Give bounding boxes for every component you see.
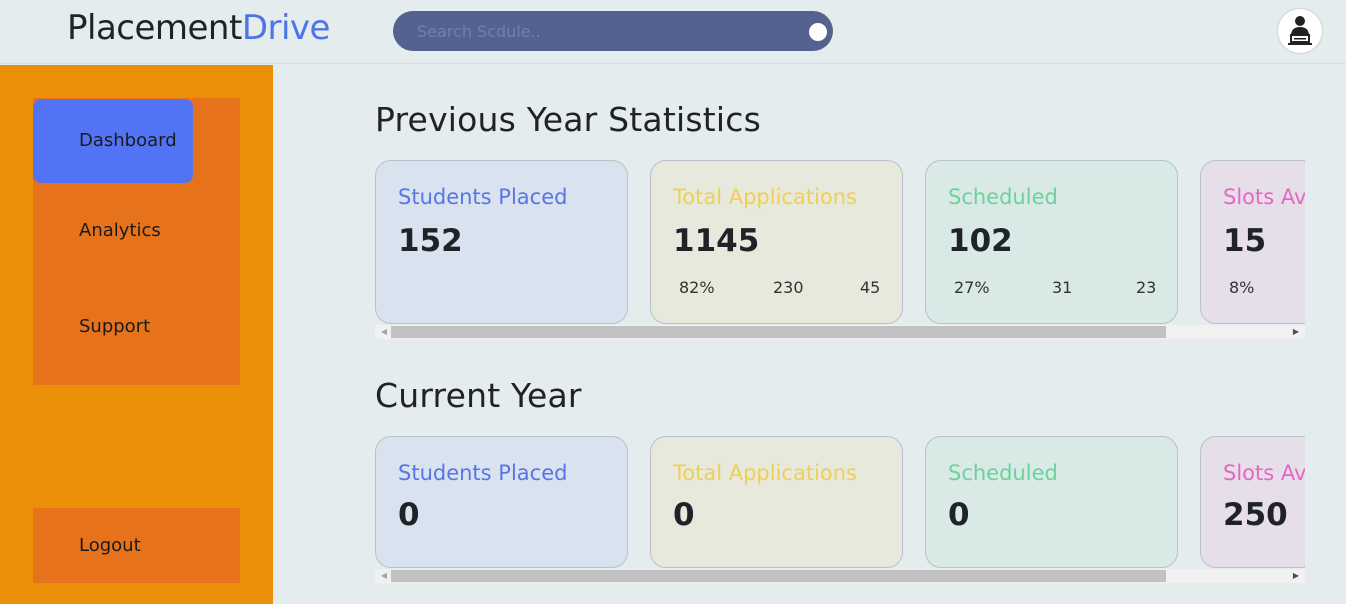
scrollbar-thumb[interactable] [391,326,1166,338]
card-label: Students Placed [398,185,568,209]
sidebar-nav: Dashboard Analytics Support [33,98,240,385]
card-value: 152 [398,223,463,259]
card-label: Total Applications [673,461,857,485]
sidebar-item-analytics[interactable]: Analytics [33,189,193,273]
sidebar-item-support[interactable]: Support [33,285,193,369]
stat-card-students-placed: Students Placed 152 [375,160,628,324]
previous-cards-scrollbar[interactable]: ◀ ▶ [375,325,1305,339]
stat-card-total-applications: Total Applications 0 [650,436,903,568]
sidebar: Dashboard Analytics Support Logout [0,65,273,604]
card-value: 15 [1223,223,1267,259]
scroll-right-icon[interactable]: ▶ [1289,569,1303,583]
stat-card-scheduled: Scheduled 0 [925,436,1178,568]
brand-name-part1: Placement [67,8,242,48]
sidebar-item-dashboard[interactable]: Dashboard [33,99,193,183]
current-year-title: Current Year [375,376,582,415]
scrollbar-thumb[interactable] [391,570,1166,582]
stat-card-slots-available: Slots Available 15 8% [1200,160,1305,324]
current-year-cards[interactable]: Students Placed 0 Total Applications 0 S… [375,436,1305,568]
card-value: 250 [1223,497,1288,533]
admin-avatar[interactable] [1278,9,1322,53]
scroll-left-icon[interactable]: ◀ [377,569,391,583]
card-value: 0 [948,497,970,533]
card-label: Slots Available [1223,185,1305,209]
card-stat-count: 31 [1052,278,1073,297]
scroll-right-icon[interactable]: ▶ [1289,325,1303,339]
logout-button[interactable]: Logout [33,508,240,583]
search-bar [393,11,833,51]
current-cards-scrollbar[interactable]: ◀ ▶ [375,569,1305,583]
card-stat-percent: 27% [954,278,990,297]
card-stat-extra: 23 [1136,278,1157,297]
card-label: Total Applications [673,185,857,209]
stat-card-slots-available: Slots Available 250 [1200,436,1305,568]
search-input[interactable] [417,11,797,51]
card-stat-extra: 45 [860,278,881,297]
previous-year-cards[interactable]: Students Placed 152 Total Applications 1… [375,160,1305,324]
previous-year-title: Previous Year Statistics [375,100,761,139]
card-label: Students Placed [398,461,568,485]
brand-name-part2: Drive [241,8,331,48]
top-bar: PlacementDrive [0,0,1346,64]
card-value: 102 [948,223,1013,259]
card-stat-percent: 8% [1229,278,1255,297]
stat-card-students-placed: Students Placed 0 [375,436,628,568]
card-value: 1145 [673,223,760,259]
card-value: 0 [673,497,695,533]
stat-card-total-applications: Total Applications 1145 82% 230 45 [650,160,903,324]
card-label: Scheduled [948,461,1058,485]
stat-card-scheduled: Scheduled 102 27% 31 23 [925,160,1178,324]
card-stat-count: 230 [773,278,804,297]
card-label: Scheduled [948,185,1058,209]
card-label: Slots Available [1223,461,1305,485]
brand-logo[interactable]: PlacementDrive [67,8,330,48]
card-stat-percent: 82% [679,278,715,297]
search-toggle-knob[interactable] [809,23,827,41]
admin-user-icon [1288,16,1312,45]
card-value: 0 [398,497,420,533]
scroll-left-icon[interactable]: ◀ [377,325,391,339]
